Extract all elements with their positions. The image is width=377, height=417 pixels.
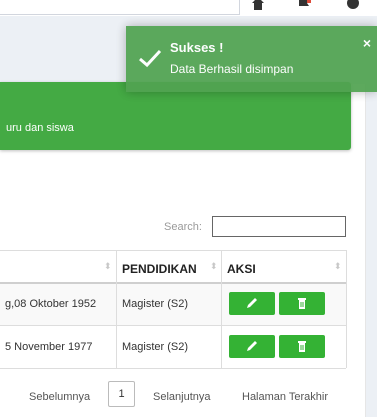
column-header-pendidikan[interactable]: PENDIDIKAN	[122, 262, 197, 276]
pagination-last[interactable]: Halaman Terakhir	[242, 391, 328, 403]
pagination-current-page[interactable]: 1	[108, 381, 135, 407]
top-search-box[interactable]	[0, 0, 240, 15]
edit-button[interactable]	[229, 292, 275, 315]
search-label: Search:	[164, 221, 202, 233]
toast-title: Sukses !	[170, 40, 224, 55]
cell-tanggal: 5 November 1977	[5, 341, 93, 353]
cell-tanggal: g,08 Oktober 1952	[5, 298, 97, 310]
close-icon[interactable]: ×	[363, 35, 371, 51]
sort-icon[interactable]: ⬍	[104, 262, 112, 271]
success-toast[interactable]: Sukses ! Data Berhasil disimpan ×	[126, 26, 377, 92]
table-row-divider	[0, 325, 346, 326]
info-banner: uru dan siswa	[0, 82, 351, 150]
column-header-aksi[interactable]: AKSI	[227, 262, 256, 276]
pagination-previous[interactable]: Sebelumnya	[29, 391, 90, 403]
cell-pendidikan: Magister (S2)	[122, 298, 189, 310]
pencil-icon	[247, 298, 257, 308]
trash-icon	[298, 341, 306, 352]
delete-button[interactable]	[279, 335, 325, 358]
banner-text: uru dan siswa	[6, 122, 74, 134]
check-icon	[139, 49, 162, 68]
pencil-icon	[247, 341, 257, 351]
column-divider	[346, 250, 347, 368]
user-icon[interactable]	[345, 0, 361, 12]
delete-button[interactable]	[279, 292, 325, 315]
edit-button[interactable]	[229, 335, 275, 358]
search-input[interactable]	[212, 216, 346, 237]
toast-message: Data Berhasil disimpan	[170, 62, 294, 76]
cell-pendidikan: Magister (S2)	[122, 341, 189, 353]
column-divider	[116, 250, 117, 368]
home-icon[interactable]	[250, 0, 266, 12]
sort-icon[interactable]: ⬍	[334, 262, 342, 271]
flag-icon[interactable]	[297, 0, 313, 12]
trash-icon	[298, 298, 306, 309]
table-top-border	[0, 250, 346, 251]
table-bottom-border	[0, 368, 346, 369]
pagination-next[interactable]: Selanjutnya	[153, 391, 211, 403]
sort-icon[interactable]: ⬍	[210, 262, 218, 271]
column-divider	[221, 250, 222, 368]
top-navbar	[0, 0, 377, 16]
